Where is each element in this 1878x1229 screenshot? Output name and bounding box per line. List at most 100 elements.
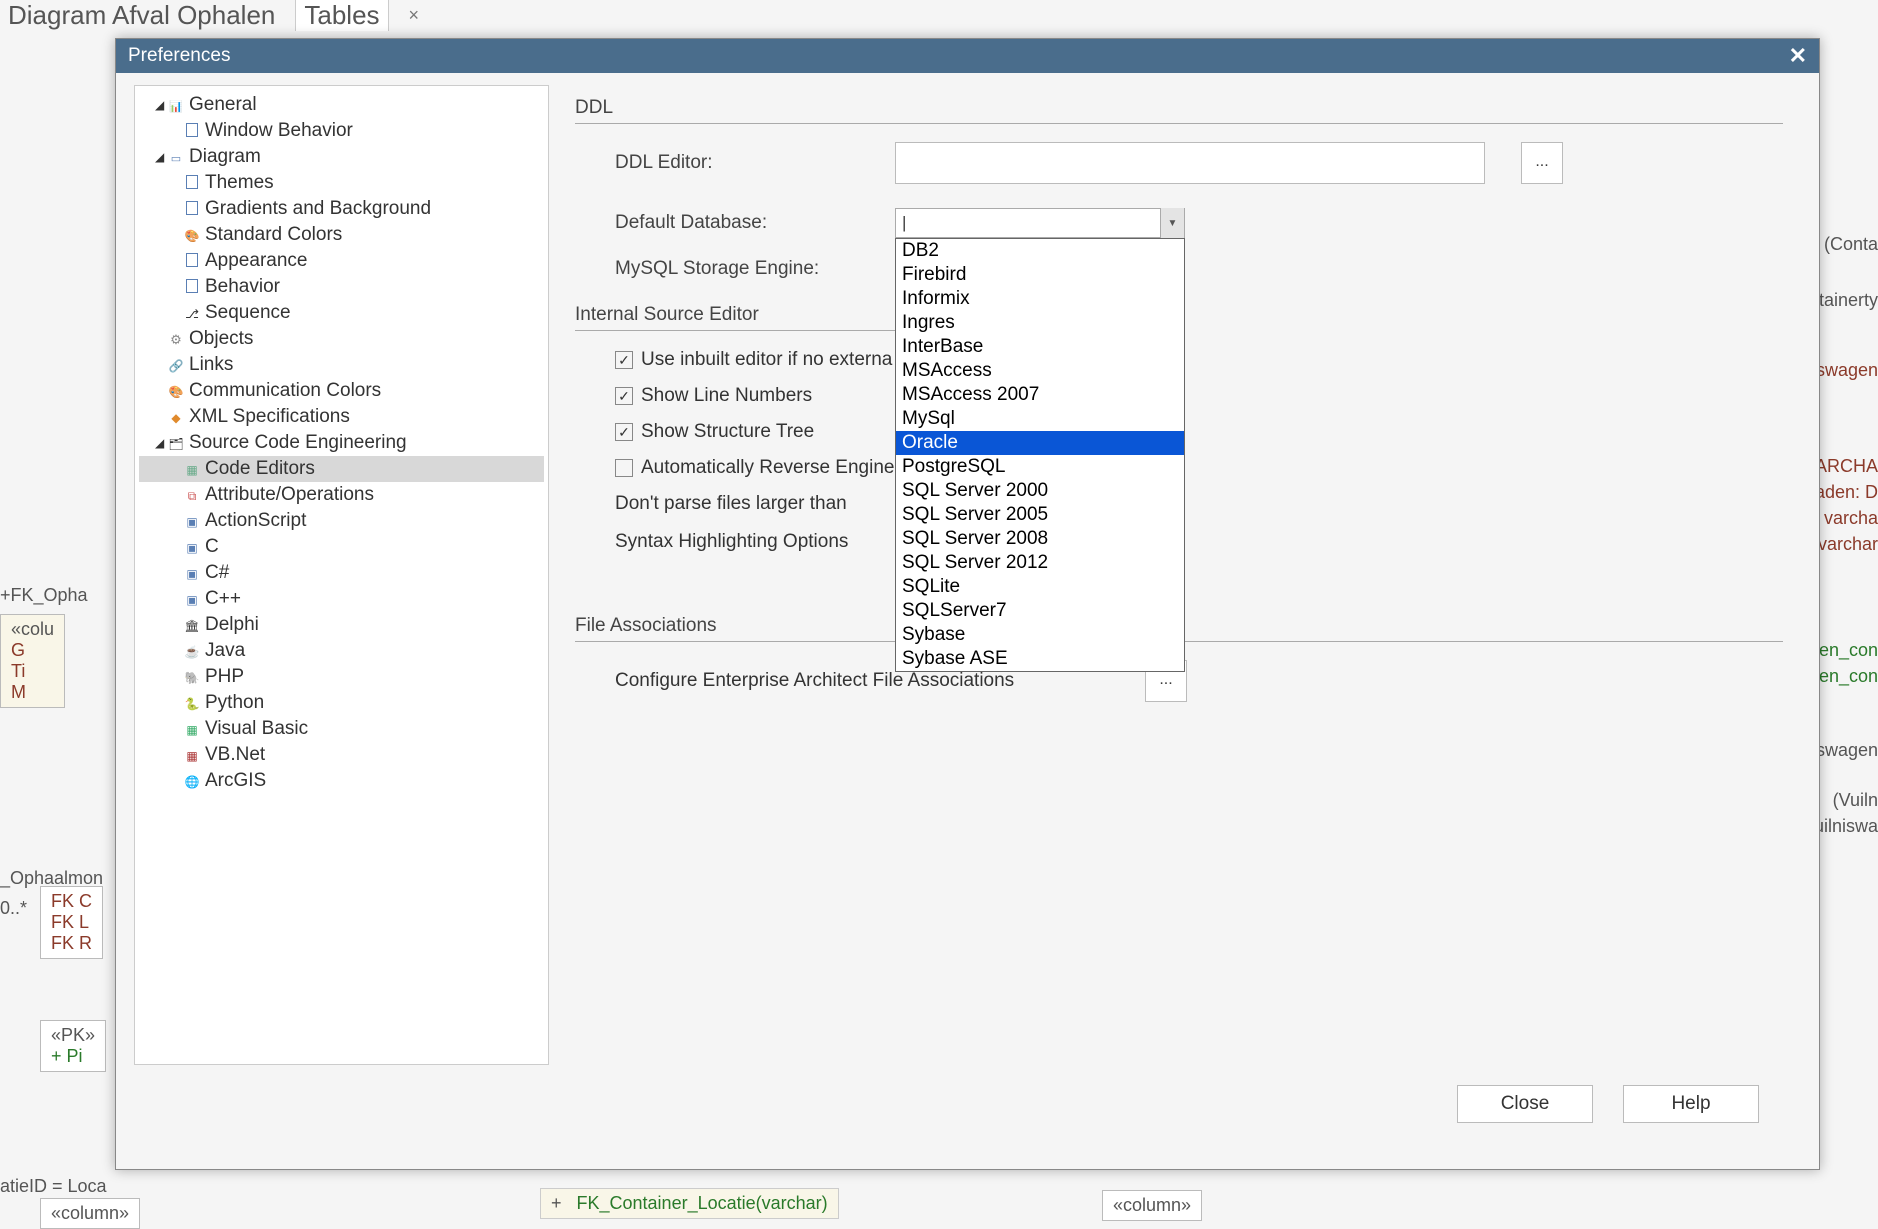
bg-r11: (Vuiln (1833, 790, 1878, 811)
tab-tables-label: Tables (304, 0, 379, 30)
tab-tables[interactable]: Tables (295, 0, 388, 31)
checkbox-structure-tree[interactable]: ✓ (615, 423, 633, 441)
label-file-assoc: Configure Enterprise Architect File Asso… (615, 670, 1135, 692)
dialog-footer: Close Help (116, 1065, 1819, 1123)
bg-pk: «PK» (51, 1025, 95, 1046)
label-ddl-editor: DDL Editor: (615, 152, 895, 174)
db-option-ingres[interactable]: Ingres (896, 311, 1184, 335)
db-option-sybase[interactable]: Sybase (896, 623, 1184, 647)
bg-letter-m: M (11, 682, 54, 703)
bg-fk-label: +FK_Opha (0, 585, 88, 606)
bg-column-label: «column» (40, 1198, 140, 1229)
db-option-informix[interactable]: Informix (896, 287, 1184, 311)
db-option-sqlserver7[interactable]: SQLServer7 (896, 599, 1184, 623)
bg-letter-ti: Ti (11, 661, 54, 682)
row-default-db: Default Database: | ▼ DB2FirebirdInformi… (575, 208, 1783, 238)
checkbox-use-inbuilt[interactable]: ✓ (615, 351, 633, 369)
background-tabs: Diagram Afval Ophalen Tables × (0, 0, 1878, 30)
section-ddl-hr (575, 123, 1783, 124)
bg-locatie: atieID = Loca (0, 1176, 107, 1197)
tab-diagram[interactable]: Diagram Afval Ophalen (0, 0, 283, 31)
row-ddl-editor: DDL Editor: ... (575, 142, 1783, 184)
bg-col: «colu (11, 619, 54, 640)
bg-pk-stack: «PK» + Pi (40, 1020, 106, 1072)
tree-code-editors[interactable]: Code Editors (139, 456, 544, 482)
db-option-sql-server-2005[interactable]: SQL Server 2005 (896, 503, 1184, 527)
tree-vbnet[interactable]: VB.Net (139, 742, 544, 768)
tree-general[interactable]: ◢General (139, 92, 544, 118)
default-db-dropdown[interactable]: | ▼ DB2FirebirdInformixIngresInterBaseMS… (895, 208, 1185, 238)
help-button[interactable]: Help (1623, 1085, 1759, 1123)
tree-objects[interactable]: Objects (139, 326, 544, 352)
db-option-postgresql[interactable]: PostgreSQL (896, 455, 1184, 479)
close-icon[interactable]: ✕ (1789, 43, 1807, 69)
bg-fk-rows: FK C FK L FK R (40, 886, 103, 959)
bg-fk-2: FK R (51, 933, 92, 954)
preferences-tree[interactable]: ◢General Window Behavior ◢Diagram Themes… (134, 85, 549, 1065)
tree-src-eng[interactable]: ◢Source Code Engineering (139, 430, 544, 456)
tree-xml[interactable]: XML Specifications (139, 404, 544, 430)
tree-attr-ops[interactable]: Attribute/Operations (139, 482, 544, 508)
dialog-titlebar: Preferences ✕ (116, 39, 1819, 73)
bg-col-stack: «colu G Ti M (0, 614, 65, 708)
bg-letter-g: G (11, 640, 54, 661)
bg-r1: (Conta (1824, 234, 1878, 255)
tree-php[interactable]: PHP (139, 664, 544, 690)
db-option-sybase-ase[interactable]: Sybase ASE (896, 647, 1184, 671)
close-button[interactable]: Close (1457, 1085, 1593, 1123)
tree-java[interactable]: Java (139, 638, 544, 664)
db-option-firebird[interactable]: Firebird (896, 263, 1184, 287)
db-option-sql-server-2000[interactable]: SQL Server 2000 (896, 479, 1184, 503)
bg-fk-0: FK C (51, 891, 92, 912)
tree-gradients[interactable]: Gradients and Background (139, 196, 544, 222)
default-db-list[interactable]: DB2FirebirdInformixIngresInterBaseMSAcce… (895, 238, 1185, 672)
db-option-db2[interactable]: DB2 (896, 239, 1184, 263)
label-auto-reverse: Automatically Reverse Engine (641, 457, 894, 479)
tree-behavior[interactable]: Behavior (139, 274, 544, 300)
label-line-numbers: Show Line Numbers (641, 385, 812, 407)
tree-python[interactable]: Python (139, 690, 544, 716)
tree-std-colors[interactable]: Standard Colors (139, 222, 544, 248)
tree-themes[interactable]: Themes (139, 170, 544, 196)
tree-sequence[interactable]: Sequence (139, 300, 544, 326)
dialog-title: Preferences (128, 45, 230, 67)
section-internal-hr (575, 330, 925, 331)
tree-diagram[interactable]: ◢Diagram (139, 144, 544, 170)
checkbox-auto-reverse[interactable] (615, 459, 633, 477)
preferences-main: DDL DDL Editor: ... Default Database: | … (549, 73, 1819, 1065)
label-use-inbuilt: Use inbuilt editor if no externa (641, 349, 892, 371)
db-option-oracle[interactable]: Oracle (896, 431, 1184, 455)
tree-cpp[interactable]: C++ (139, 586, 544, 612)
preferences-dialog: Preferences ✕ ◢General Window Behavior ◢… (115, 38, 1820, 1170)
tree-appearance[interactable]: Appearance (139, 248, 544, 274)
db-option-sql-server-2008[interactable]: SQL Server 2008 (896, 527, 1184, 551)
db-option-msaccess-2007[interactable]: MSAccess 2007 (896, 383, 1184, 407)
label-default-db: Default Database: (615, 212, 895, 234)
tree-vb[interactable]: Visual Basic (139, 716, 544, 742)
tree-arcgis[interactable]: ArcGIS (139, 768, 544, 794)
bg-fk-1: FK L (51, 912, 92, 933)
default-db-value: | (896, 213, 1160, 233)
tree-delphi[interactable]: Delphi (139, 612, 544, 638)
tree-c[interactable]: C (139, 534, 544, 560)
bg-plus-p: + Pi (51, 1046, 95, 1067)
tree-links[interactable]: Links (139, 352, 544, 378)
bg-fk-container: + FK_Container_Locatie(varchar) (540, 1188, 839, 1219)
label-structure-tree: Show Structure Tree (641, 421, 814, 443)
ddl-editor-browse-button[interactable]: ... (1521, 142, 1563, 184)
bg-range: 0..* (0, 898, 27, 919)
chevron-down-icon[interactable]: ▼ (1160, 208, 1184, 238)
section-ddl: DDL (575, 97, 1783, 119)
tree-csharp[interactable]: C# (139, 560, 544, 586)
db-option-sql-server-2012[interactable]: SQL Server 2012 (896, 551, 1184, 575)
tree-actionscript[interactable]: ActionScript (139, 508, 544, 534)
db-option-sqlite[interactable]: SQLite (896, 575, 1184, 599)
db-option-interbase[interactable]: InterBase (896, 335, 1184, 359)
tree-comm-colors[interactable]: Communication Colors (139, 378, 544, 404)
db-option-mysql[interactable]: MySql (896, 407, 1184, 431)
tab-close-icon[interactable]: × (401, 5, 428, 26)
db-option-msaccess[interactable]: MSAccess (896, 359, 1184, 383)
tree-window-behavior[interactable]: Window Behavior (139, 118, 544, 144)
ddl-editor-input[interactable] (895, 142, 1485, 184)
checkbox-line-numbers[interactable]: ✓ (615, 387, 633, 405)
